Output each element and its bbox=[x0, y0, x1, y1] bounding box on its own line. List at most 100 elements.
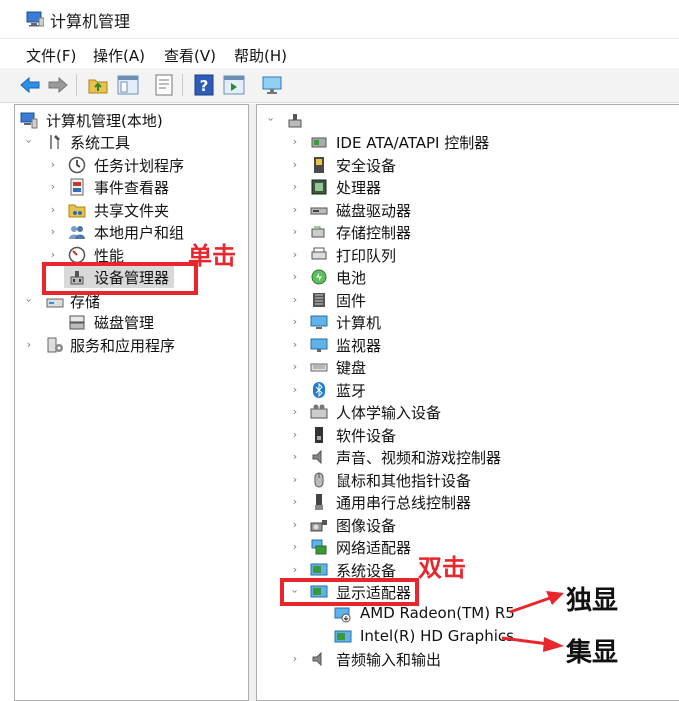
chevron-right-icon[interactable]: › bbox=[290, 360, 300, 373]
chevron-right-icon[interactable]: › bbox=[290, 203, 300, 216]
disk-management-icon bbox=[69, 315, 85, 330]
keyboard-icon bbox=[310, 363, 328, 372]
chevron-right-icon[interactable]: › bbox=[290, 293, 300, 306]
toolbar: ? bbox=[0, 68, 679, 103]
chevron-right-icon[interactable]: › bbox=[48, 158, 58, 171]
device-category-label: 声音、视频和游戏控制器 bbox=[336, 449, 502, 467]
window-title: 计算机管理 bbox=[50, 12, 131, 31]
device-category-label: 音频输入和输出 bbox=[336, 651, 442, 669]
menu-bar: 文件(F) 操作(A) 查看(V) 帮助(H) bbox=[0, 40, 679, 68]
device-category-label: 人体学输入设备 bbox=[336, 404, 442, 422]
chevron-right-icon[interactable]: › bbox=[290, 383, 300, 396]
tree-node-label: 系统工具 bbox=[70, 134, 131, 152]
device-category-label: 图像设备 bbox=[336, 516, 397, 535]
menu-action[interactable]: 操作(A) bbox=[93, 45, 145, 66]
device-category-label: 电池 bbox=[336, 269, 367, 287]
pane-splitter[interactable] bbox=[249, 104, 256, 701]
services-icon bbox=[47, 337, 63, 353]
usb-icon bbox=[315, 494, 323, 510]
annotation-double-click: 双击 bbox=[418, 554, 466, 582]
menu-file[interactable]: 文件(F) bbox=[26, 45, 76, 66]
annotation-discrete-gpu: 独显 bbox=[566, 586, 619, 616]
chevron-right-icon[interactable]: › bbox=[48, 225, 58, 238]
tree-node-label: 服务和应用程序 bbox=[70, 337, 176, 355]
chevron-down-icon[interactable]: › bbox=[23, 137, 36, 147]
chevron-right-icon[interactable]: › bbox=[290, 225, 300, 238]
firmware-icon bbox=[313, 292, 325, 307]
chevron-right-icon[interactable]: › bbox=[48, 248, 58, 261]
processor-icon bbox=[311, 179, 327, 195]
show-hide-tree-icon[interactable] bbox=[116, 73, 140, 97]
system-device-icon bbox=[310, 563, 328, 575]
chevron-right-icon[interactable]: › bbox=[290, 270, 300, 283]
highlight-box-device-manager bbox=[42, 262, 198, 295]
tree-node-label: 磁盘管理 bbox=[94, 314, 155, 332]
menu-view[interactable]: 查看(V) bbox=[164, 45, 216, 66]
tree-node-label: 本地用户和组 bbox=[94, 224, 185, 242]
properties-icon[interactable] bbox=[152, 73, 176, 97]
monitor-icon bbox=[310, 338, 328, 352]
device-category-label: 磁盘驱动器 bbox=[336, 201, 412, 220]
clock-icon bbox=[68, 156, 86, 174]
display-adapter-icon bbox=[334, 630, 352, 643]
action-pane-icon[interactable] bbox=[222, 73, 246, 97]
chevron-down-icon[interactable]: › bbox=[23, 296, 36, 306]
camera-icon bbox=[310, 519, 327, 531]
chevron-right-icon[interactable]: › bbox=[290, 338, 300, 351]
chevron-right-icon[interactable]: › bbox=[290, 405, 300, 418]
network-adapter-icon bbox=[311, 539, 327, 555]
chevron-right-icon[interactable]: › bbox=[290, 563, 300, 576]
tree-node-label: 计算机管理(本地) bbox=[46, 112, 163, 130]
arrow-to-discrete-icon bbox=[509, 591, 564, 614]
menu-help[interactable]: 帮助(H) bbox=[234, 45, 287, 66]
speaker-icon bbox=[312, 449, 322, 465]
help-icon[interactable]: ? bbox=[192, 73, 216, 97]
computer-management-icon bbox=[26, 11, 44, 27]
tree-node-label: 任务计划程序 bbox=[94, 157, 185, 175]
device-category-label: 处理器 bbox=[336, 179, 382, 197]
device-category-label: 固件 bbox=[336, 291, 367, 310]
device-label: Intel(R) HD Graphics bbox=[360, 627, 514, 645]
back-arrow-icon[interactable] bbox=[18, 73, 42, 97]
chevron-right-icon[interactable]: › bbox=[290, 135, 300, 148]
arrow-to-integrated-icon bbox=[501, 636, 564, 652]
forward-arrow-icon[interactable] bbox=[46, 73, 70, 97]
display-adapter-icon bbox=[334, 607, 351, 623]
chevron-right-icon[interactable]: › bbox=[290, 473, 300, 486]
device-category-label: 通用串行总线控制器 bbox=[336, 494, 472, 512]
shared-folder-icon bbox=[68, 204, 86, 218]
chevron-right-icon[interactable]: › bbox=[24, 338, 34, 351]
chevron-right-icon[interactable]: › bbox=[290, 652, 300, 665]
device-category-label: 打印队列 bbox=[336, 246, 397, 265]
device-category-label: 软件设备 bbox=[336, 426, 397, 445]
device-category-label: 蓝牙 bbox=[336, 381, 367, 400]
toolbar-separator bbox=[76, 74, 77, 96]
printer-icon bbox=[311, 247, 327, 259]
chevron-right-icon[interactable]: › bbox=[48, 180, 58, 193]
device-category-label: 网络适配器 bbox=[336, 539, 412, 557]
highlight-box-display-adapters bbox=[280, 578, 419, 606]
device-label: AMD Radeon(TM) R5 bbox=[360, 604, 515, 622]
device-category-label: 鼠标和其他指针设备 bbox=[336, 471, 472, 490]
chevron-down-icon[interactable]: › bbox=[265, 115, 278, 125]
annotation-single-click: 单击 bbox=[188, 242, 236, 270]
chevron-right-icon[interactable]: › bbox=[290, 495, 300, 508]
chevron-right-icon[interactable]: › bbox=[290, 518, 300, 531]
device-category-label: 计算机 bbox=[336, 314, 382, 332]
chevron-right-icon[interactable]: › bbox=[290, 315, 300, 328]
chevron-right-icon[interactable]: › bbox=[290, 450, 300, 463]
battery-icon bbox=[311, 269, 327, 285]
chevron-right-icon[interactable]: › bbox=[48, 203, 58, 216]
display-icon[interactable] bbox=[260, 73, 284, 97]
chevron-right-icon[interactable]: › bbox=[290, 158, 300, 171]
up-folder-icon[interactable] bbox=[86, 73, 110, 97]
device-category-label: IDE ATA/ATAPI 控制器 bbox=[336, 134, 490, 152]
device-category-label: 监视器 bbox=[336, 336, 382, 355]
storage-controller-icon bbox=[311, 226, 325, 238]
bluetooth-icon bbox=[313, 381, 325, 398]
chevron-right-icon[interactable]: › bbox=[290, 540, 300, 553]
chevron-right-icon[interactable]: › bbox=[290, 428, 300, 441]
chevron-right-icon[interactable]: › bbox=[290, 248, 300, 261]
chevron-right-icon[interactable]: › bbox=[290, 180, 300, 193]
title-bar: 计算机管理 bbox=[0, 0, 679, 39]
